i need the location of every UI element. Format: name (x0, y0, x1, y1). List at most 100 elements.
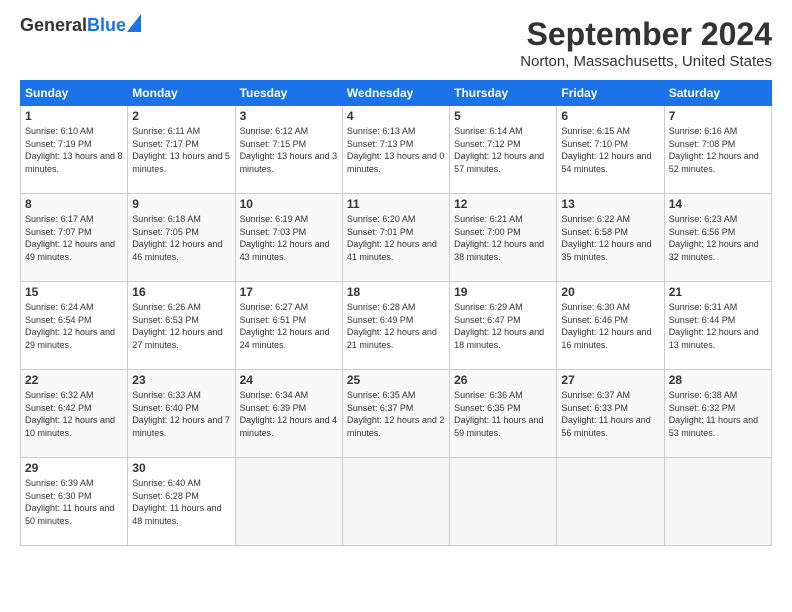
day-info: Sunrise: 6:16 AM Sunset: 7:08 PM Dayligh… (669, 125, 767, 175)
table-row: 23 Sunrise: 6:33 AM Sunset: 6:40 PM Dayl… (128, 370, 235, 458)
daylight-label: Daylight: 13 hours and 3 minutes. (240, 151, 338, 174)
daylight-label: Daylight: 12 hours and 49 minutes. (25, 239, 115, 262)
daylight-label: Daylight: 11 hours and 50 minutes. (25, 503, 114, 526)
day-number: 2 (132, 109, 230, 123)
table-row: 8 Sunrise: 6:17 AM Sunset: 7:07 PM Dayli… (21, 194, 128, 282)
daylight-label: Daylight: 12 hours and 52 minutes. (669, 151, 759, 174)
day-number: 19 (454, 285, 552, 299)
day-number: 21 (669, 285, 767, 299)
calendar-week-row: 22 Sunrise: 6:32 AM Sunset: 6:42 PM Dayl… (21, 370, 772, 458)
sunrise-label: Sunrise: 6:28 AM (347, 302, 416, 312)
logo-general: General (20, 15, 87, 35)
sunset-label: Sunset: 7:19 PM (25, 139, 92, 149)
sunset-label: Sunset: 6:39 PM (240, 403, 307, 413)
table-row: 15 Sunrise: 6:24 AM Sunset: 6:54 PM Dayl… (21, 282, 128, 370)
calendar-header-row: Sunday Monday Tuesday Wednesday Thursday… (21, 81, 772, 106)
table-row: 4 Sunrise: 6:13 AM Sunset: 7:13 PM Dayli… (342, 106, 449, 194)
logo-blue: Blue (87, 15, 126, 35)
page: GeneralBlue September 2024 Norton, Massa… (0, 0, 792, 612)
sunrise-label: Sunrise: 6:21 AM (454, 214, 523, 224)
sunrise-label: Sunrise: 6:17 AM (25, 214, 94, 224)
sunset-label: Sunset: 7:00 PM (454, 227, 521, 237)
day-info: Sunrise: 6:22 AM Sunset: 6:58 PM Dayligh… (561, 213, 659, 263)
calendar: Sunday Monday Tuesday Wednesday Thursday… (20, 80, 772, 546)
table-row: 16 Sunrise: 6:26 AM Sunset: 6:53 PM Dayl… (128, 282, 235, 370)
table-row: 29 Sunrise: 6:39 AM Sunset: 6:30 PM Dayl… (21, 458, 128, 546)
daylight-label: Daylight: 12 hours and 24 minutes. (240, 327, 330, 350)
table-row (450, 458, 557, 546)
sunrise-label: Sunrise: 6:22 AM (561, 214, 630, 224)
sunset-label: Sunset: 6:54 PM (25, 315, 92, 325)
day-number: 29 (25, 461, 123, 475)
table-row: 25 Sunrise: 6:35 AM Sunset: 6:37 PM Dayl… (342, 370, 449, 458)
day-info: Sunrise: 6:26 AM Sunset: 6:53 PM Dayligh… (132, 301, 230, 351)
sunrise-label: Sunrise: 6:29 AM (454, 302, 523, 312)
day-info: Sunrise: 6:21 AM Sunset: 7:00 PM Dayligh… (454, 213, 552, 263)
sunset-label: Sunset: 6:32 PM (669, 403, 736, 413)
daylight-label: Daylight: 13 hours and 0 minutes. (347, 151, 445, 174)
day-info: Sunrise: 6:14 AM Sunset: 7:12 PM Dayligh… (454, 125, 552, 175)
day-info: Sunrise: 6:15 AM Sunset: 7:10 PM Dayligh… (561, 125, 659, 175)
daylight-label: Daylight: 12 hours and 57 minutes. (454, 151, 544, 174)
table-row: 2 Sunrise: 6:11 AM Sunset: 7:17 PM Dayli… (128, 106, 235, 194)
table-row (235, 458, 342, 546)
sunset-label: Sunset: 6:56 PM (669, 227, 736, 237)
calendar-week-row: 1 Sunrise: 6:10 AM Sunset: 7:19 PM Dayli… (21, 106, 772, 194)
day-number: 16 (132, 285, 230, 299)
day-info: Sunrise: 6:37 AM Sunset: 6:33 PM Dayligh… (561, 389, 659, 439)
table-row: 17 Sunrise: 6:27 AM Sunset: 6:51 PM Dayl… (235, 282, 342, 370)
sunset-label: Sunset: 6:37 PM (347, 403, 414, 413)
sunrise-label: Sunrise: 6:39 AM (25, 478, 94, 488)
sunset-label: Sunset: 7:08 PM (669, 139, 736, 149)
daylight-label: Daylight: 12 hours and 4 minutes. (240, 415, 338, 438)
table-row: 14 Sunrise: 6:23 AM Sunset: 6:56 PM Dayl… (664, 194, 771, 282)
day-info: Sunrise: 6:32 AM Sunset: 6:42 PM Dayligh… (25, 389, 123, 439)
sunset-label: Sunset: 6:30 PM (25, 491, 92, 501)
daylight-label: Daylight: 12 hours and 2 minutes. (347, 415, 445, 438)
day-info: Sunrise: 6:34 AM Sunset: 6:39 PM Dayligh… (240, 389, 338, 439)
month-title: September 2024 (520, 16, 772, 53)
sunrise-label: Sunrise: 6:18 AM (132, 214, 201, 224)
table-row: 7 Sunrise: 6:16 AM Sunset: 7:08 PM Dayli… (664, 106, 771, 194)
logo-icon (127, 14, 141, 32)
sunrise-label: Sunrise: 6:36 AM (454, 390, 523, 400)
day-number: 3 (240, 109, 338, 123)
day-info: Sunrise: 6:39 AM Sunset: 6:30 PM Dayligh… (25, 477, 123, 527)
sunset-label: Sunset: 6:51 PM (240, 315, 307, 325)
day-info: Sunrise: 6:30 AM Sunset: 6:46 PM Dayligh… (561, 301, 659, 351)
day-info: Sunrise: 6:19 AM Sunset: 7:03 PM Dayligh… (240, 213, 338, 263)
sunrise-label: Sunrise: 6:12 AM (240, 126, 309, 136)
sunset-label: Sunset: 7:13 PM (347, 139, 414, 149)
sunset-label: Sunset: 7:07 PM (25, 227, 92, 237)
sunrise-label: Sunrise: 6:33 AM (132, 390, 201, 400)
sunset-label: Sunset: 6:33 PM (561, 403, 628, 413)
sunset-label: Sunset: 7:12 PM (454, 139, 521, 149)
daylight-label: Daylight: 11 hours and 59 minutes. (454, 415, 543, 438)
col-saturday: Saturday (664, 81, 771, 106)
sunrise-label: Sunrise: 6:27 AM (240, 302, 309, 312)
daylight-label: Daylight: 12 hours and 43 minutes. (240, 239, 330, 262)
daylight-label: Daylight: 12 hours and 27 minutes. (132, 327, 222, 350)
day-info: Sunrise: 6:20 AM Sunset: 7:01 PM Dayligh… (347, 213, 445, 263)
sunset-label: Sunset: 7:01 PM (347, 227, 414, 237)
daylight-label: Daylight: 12 hours and 54 minutes. (561, 151, 651, 174)
col-wednesday: Wednesday (342, 81, 449, 106)
sunset-label: Sunset: 6:44 PM (669, 315, 736, 325)
sunset-label: Sunset: 7:17 PM (132, 139, 199, 149)
sunrise-label: Sunrise: 6:23 AM (669, 214, 738, 224)
sunset-label: Sunset: 6:58 PM (561, 227, 628, 237)
sunset-label: Sunset: 7:10 PM (561, 139, 628, 149)
day-info: Sunrise: 6:35 AM Sunset: 6:37 PM Dayligh… (347, 389, 445, 439)
location: Norton, Massachusetts, United States (520, 53, 772, 70)
day-info: Sunrise: 6:18 AM Sunset: 7:05 PM Dayligh… (132, 213, 230, 263)
sunset-label: Sunset: 6:40 PM (132, 403, 199, 413)
sunset-label: Sunset: 6:28 PM (132, 491, 199, 501)
day-number: 26 (454, 373, 552, 387)
logo-text: GeneralBlue (20, 16, 141, 36)
sunset-label: Sunset: 7:05 PM (132, 227, 199, 237)
day-info: Sunrise: 6:12 AM Sunset: 7:15 PM Dayligh… (240, 125, 338, 175)
day-number: 6 (561, 109, 659, 123)
day-number: 24 (240, 373, 338, 387)
sunrise-label: Sunrise: 6:13 AM (347, 126, 416, 136)
daylight-label: Daylight: 12 hours and 32 minutes. (669, 239, 759, 262)
